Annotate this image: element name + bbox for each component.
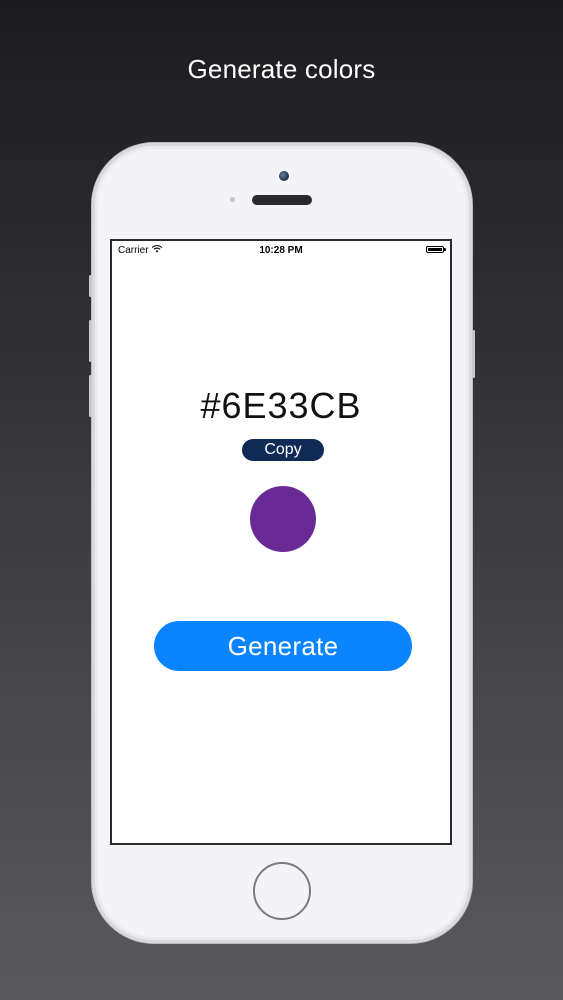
promo-headline: Generate colors xyxy=(187,54,376,84)
hex-color-value: #6E33CB xyxy=(200,385,362,426)
status-bar: Carrier 10:28 PM xyxy=(112,241,450,261)
generate-button[interactable]: Generate xyxy=(154,621,412,671)
color-swatch xyxy=(250,486,316,552)
copy-button[interactable]: Copy xyxy=(242,439,324,461)
battery-icon xyxy=(426,246,446,253)
status-time: 10:28 PM xyxy=(259,245,303,256)
mute-switch xyxy=(89,275,92,297)
front-camera xyxy=(279,171,289,181)
battery-level-fill xyxy=(428,248,442,251)
proximity-sensor xyxy=(230,197,235,202)
volume-down-button xyxy=(89,375,92,417)
volume-up-button xyxy=(89,320,92,362)
home-button[interactable] xyxy=(253,862,311,920)
phone-screen: Carrier 10:28 PM #6E33CB Copy Generate xyxy=(110,239,452,845)
power-button xyxy=(472,330,475,378)
earpiece-speaker xyxy=(252,195,312,205)
